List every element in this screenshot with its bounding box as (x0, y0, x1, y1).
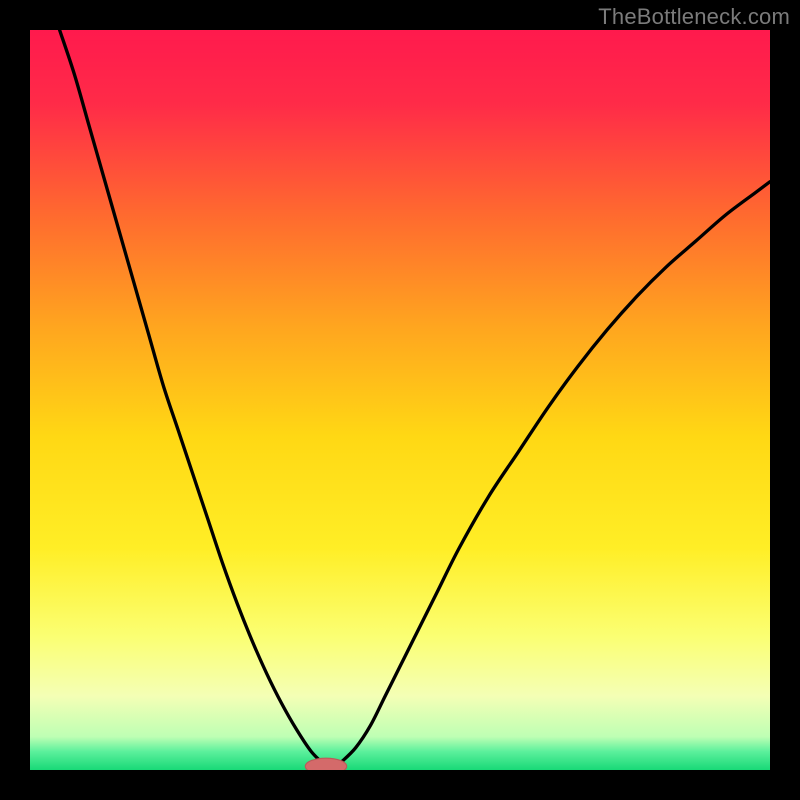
plot-area (30, 30, 770, 770)
gradient-background (30, 30, 770, 770)
attribution-text: TheBottleneck.com (598, 4, 790, 30)
minimum-marker (305, 758, 346, 770)
plot-svg (30, 30, 770, 770)
chart-frame: TheBottleneck.com (0, 0, 800, 800)
